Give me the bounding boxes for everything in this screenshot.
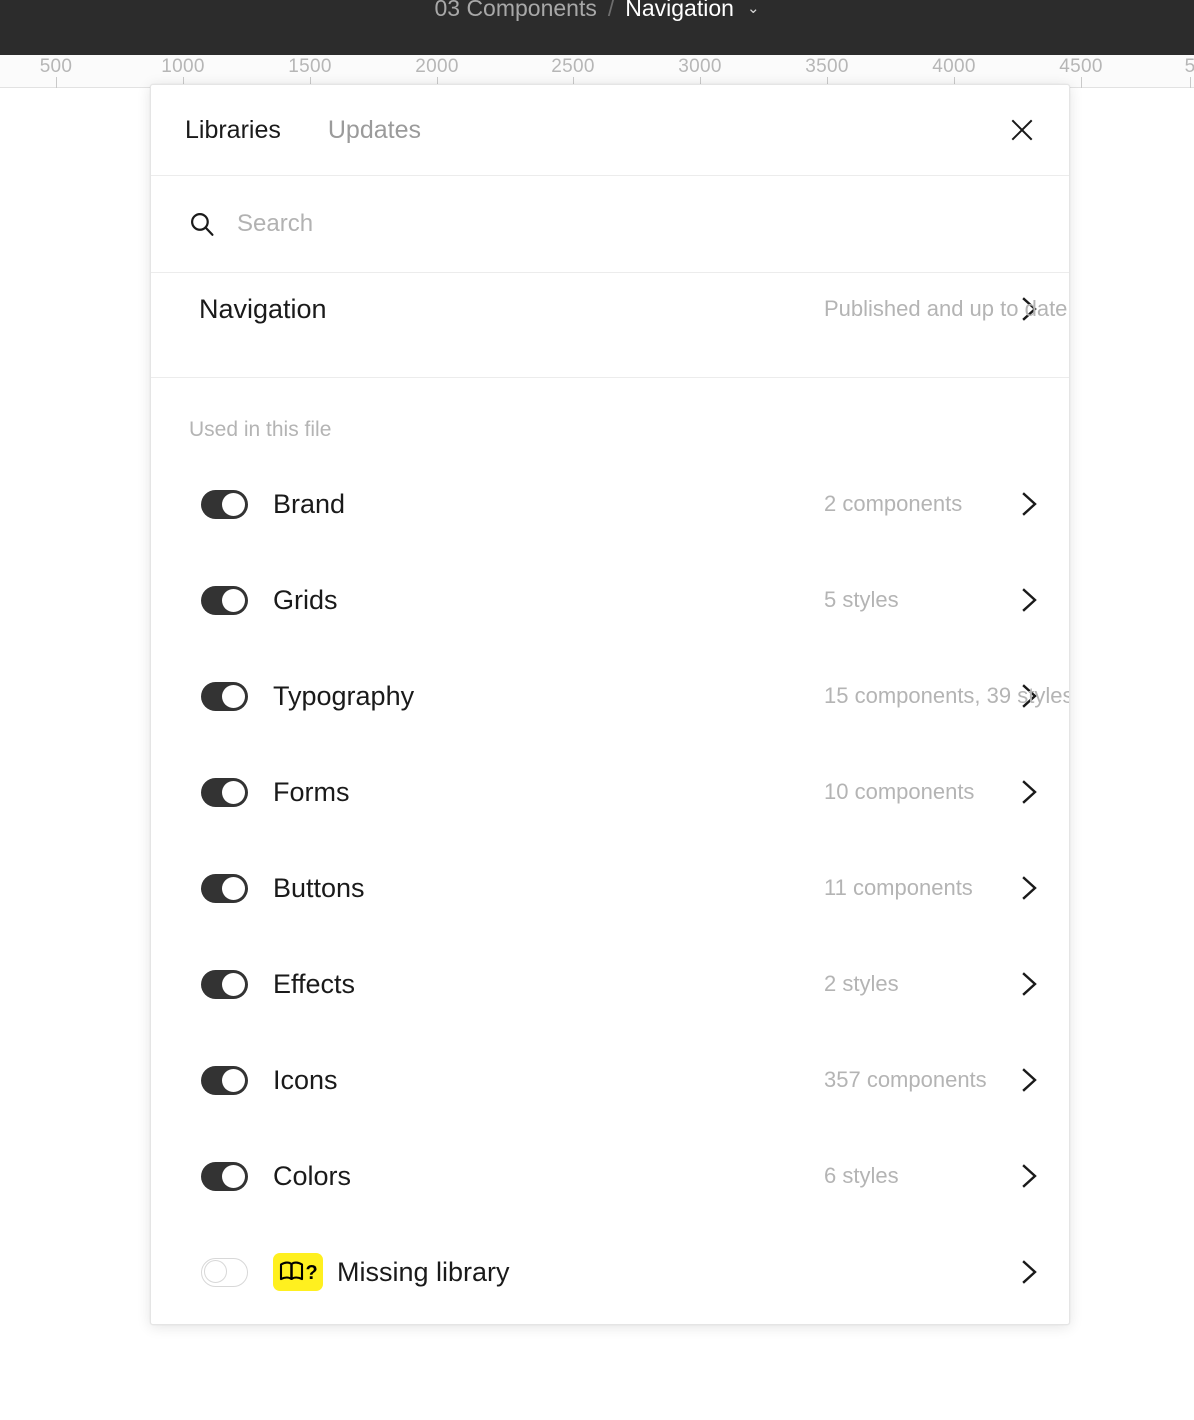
ruler-label: 2000 <box>415 56 459 77</box>
search-input[interactable] <box>237 207 837 241</box>
breadcrumb-separator: / <box>607 0 615 21</box>
library-name: Colors <box>273 1160 352 1191</box>
top-toolbar: 03 Components / Navigation ⌄ <box>0 0 1194 55</box>
ruler-tick <box>1190 77 1191 88</box>
close-button[interactable] <box>1003 111 1041 149</box>
library-meta: 2 components <box>824 491 963 516</box>
section-label-used-in-file: Used in this file <box>189 418 332 441</box>
library-toggle[interactable] <box>201 873 248 903</box>
library-chevron[interactable] <box>1007 1257 1041 1287</box>
chevron-right-icon <box>1022 1164 1037 1188</box>
breadcrumb: 03 Components / Navigation ⌄ <box>0 0 1194 28</box>
library-chevron[interactable] <box>1007 585 1041 615</box>
search-icon <box>191 213 214 236</box>
library-toggle[interactable] <box>201 1161 248 1191</box>
library-row[interactable]: Grids 5 styles <box>151 552 1069 648</box>
owned-library-status: Published and up to date <box>824 296 1068 321</box>
library-row[interactable]: Buttons 11 components <box>151 840 1069 936</box>
library-name: Brand <box>273 488 346 519</box>
ruler-label: 3500 <box>805 56 849 77</box>
toggle-knob <box>222 1164 245 1188</box>
library-list: Brand 2 components Grids 5 styles Typography… <box>151 445 1069 1320</box>
modal-header: Libraries Updates <box>151 85 1069 176</box>
library-chevron[interactable] <box>1007 777 1041 807</box>
library-meta: 15 components, 39 styles <box>824 683 1070 708</box>
toggle-knob <box>222 588 245 612</box>
breadcrumb-project[interactable]: 03 Components <box>434 0 596 28</box>
library-row[interactable]: Effects 2 styles <box>151 936 1069 1032</box>
svg-text:?: ? <box>306 1262 318 1284</box>
toggle-knob <box>222 1068 245 1092</box>
library-row[interactable]: Colors 6 styles <box>151 1128 1069 1224</box>
toggle-knob <box>222 684 245 708</box>
library-row[interactable]: Brand 2 components <box>151 456 1069 552</box>
toggle-knob <box>222 492 245 516</box>
library-meta: 11 components <box>824 875 973 900</box>
toggle-knob <box>222 972 245 996</box>
library-toggle[interactable] <box>201 969 248 999</box>
library-name: Icons <box>273 1064 338 1095</box>
library-toggle[interactable] <box>201 585 248 615</box>
chevron-right-icon <box>1022 1260 1037 1284</box>
library-toggle[interactable] <box>201 489 248 519</box>
ruler-tick <box>56 77 57 88</box>
library-chevron[interactable] <box>1007 1065 1041 1095</box>
toggle-knob <box>222 876 245 900</box>
close-icon <box>1011 119 1033 141</box>
library-meta: 6 styles <box>824 1163 899 1188</box>
chevron-right-icon <box>1022 588 1037 612</box>
chevron-right-icon <box>1022 876 1037 900</box>
library-meta: 10 components <box>824 779 975 804</box>
library-name: Missing library <box>337 1256 510 1287</box>
library-toggle[interactable] <box>201 1257 248 1287</box>
tab-updates[interactable]: Updates <box>328 117 421 143</box>
modal-tabs: Libraries Updates <box>185 117 421 143</box>
library-row[interactable]: ? Missing library <box>151 1224 1069 1320</box>
missing-library-book-icon: ? <box>273 1253 323 1291</box>
library-row[interactable]: Icons 357 components <box>151 1032 1069 1128</box>
figma-app-window: 03 Components / Navigation ⌄ 500 1000 1500… <box>0 0 1194 1420</box>
ruler-label: 5 <box>1184 56 1194 77</box>
ruler-label: 4500 <box>1059 56 1103 77</box>
owned-library-row[interactable]: Navigation Published and up to date <box>151 273 1069 378</box>
library-name: Typography <box>273 680 415 711</box>
library-toggle[interactable] <box>201 777 248 807</box>
toggle-knob <box>203 1260 227 1283</box>
library-meta: 5 styles <box>824 587 899 612</box>
toggle-knob <box>222 780 245 804</box>
ruler-label: 500 <box>39 56 73 77</box>
ruler-label: 3000 <box>678 56 722 77</box>
library-chevron[interactable] <box>1007 873 1041 903</box>
library-chevron[interactable] <box>1007 969 1041 999</box>
library-row[interactable]: Typography 15 components, 39 styles <box>151 648 1069 744</box>
library-name: Buttons <box>273 872 365 903</box>
library-name: Effects <box>273 968 356 999</box>
library-name: Grids <box>273 584 338 615</box>
ruler-label: 1500 <box>288 56 332 77</box>
owned-library-name: Navigation <box>199 294 327 324</box>
ruler-label: 4000 <box>932 56 976 77</box>
library-toggle[interactable] <box>201 681 248 711</box>
chevron-right-icon <box>1022 492 1037 516</box>
search-row[interactable] <box>151 176 1069 273</box>
chevron-right-icon <box>1022 1068 1037 1092</box>
ruler-tick <box>1081 77 1082 88</box>
library-meta: 357 components <box>824 1067 987 1092</box>
library-row[interactable]: Forms 10 components <box>151 744 1069 840</box>
library-chevron[interactable] <box>1007 1161 1041 1191</box>
tab-libraries[interactable]: Libraries <box>185 117 281 143</box>
ruler-label: 2500 <box>551 56 595 77</box>
breadcrumb-page[interactable]: Navigation <box>625 0 734 28</box>
libraries-modal: Libraries Updates Navigation Published a… <box>150 84 1070 1325</box>
ruler-label: 1000 <box>161 56 205 77</box>
library-chevron[interactable] <box>1007 489 1041 519</box>
chevron-right-icon <box>1022 972 1037 996</box>
library-toggle[interactable] <box>201 1065 248 1095</box>
library-name: Forms <box>273 776 350 807</box>
library-meta: 2 styles <box>824 971 899 996</box>
chevron-down-icon[interactable]: ⌄ <box>747 1 760 16</box>
chevron-right-icon <box>1022 780 1037 804</box>
